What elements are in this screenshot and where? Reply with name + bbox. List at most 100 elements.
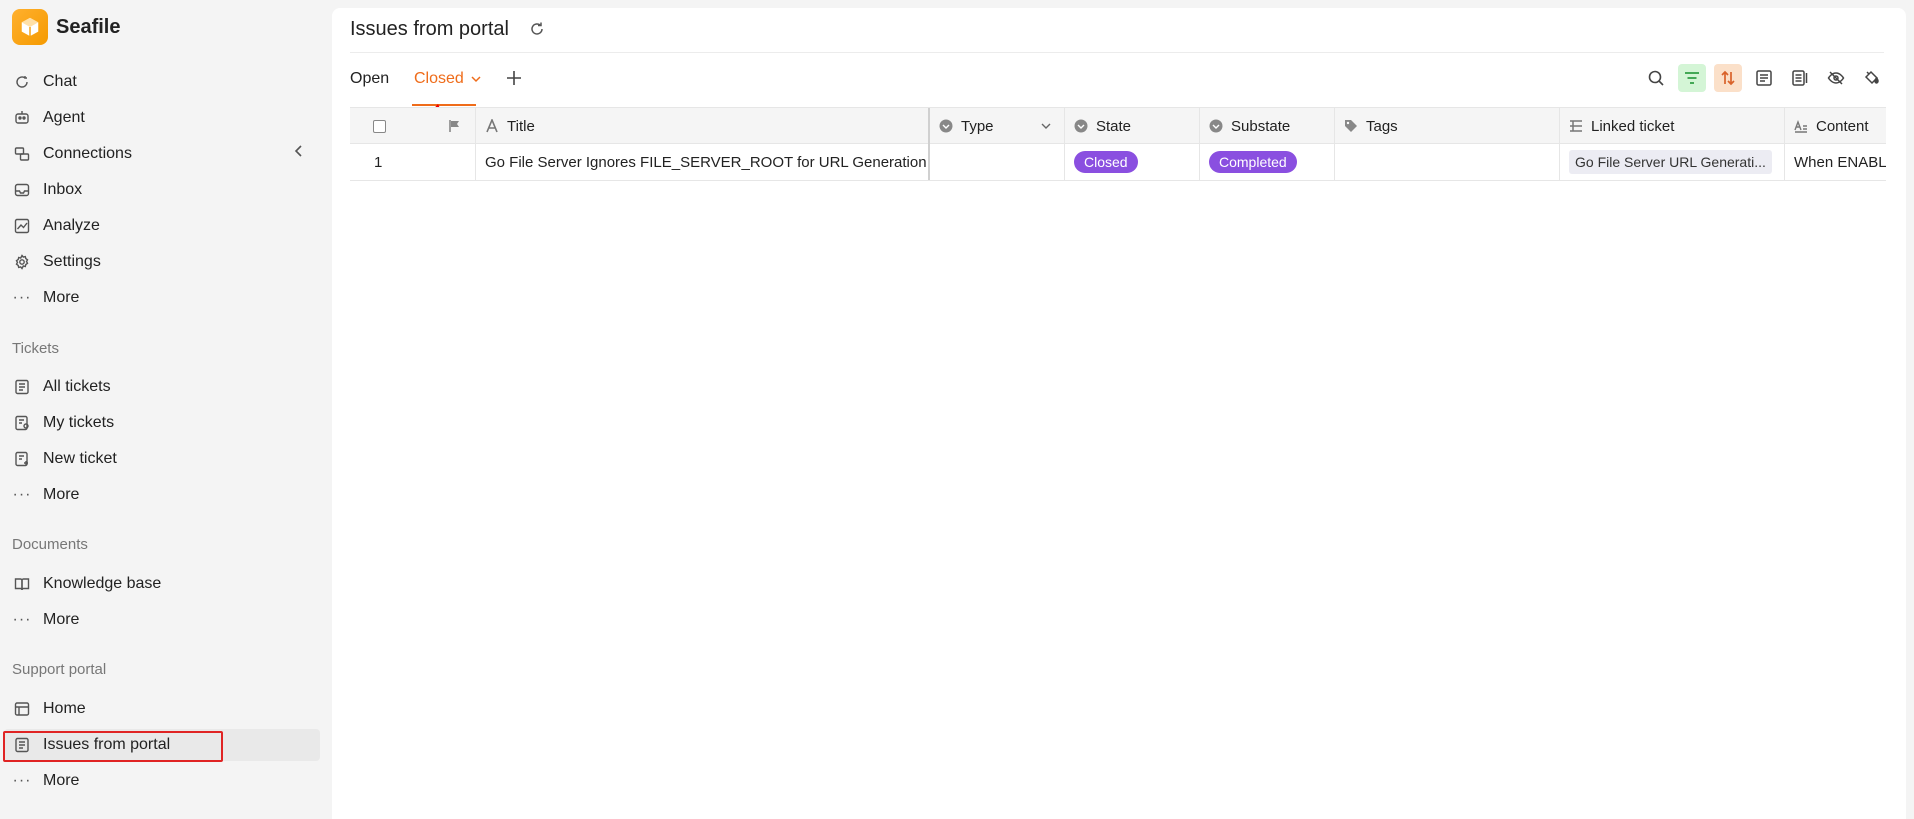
section-label-documents: Documents: [12, 536, 88, 553]
table-row[interactable]: 1 Go File Server Ignores FILE_SERVER_ROO…: [350, 144, 1886, 181]
linked-ticket-cell[interactable]: Go File Server URL Generati...: [1560, 144, 1785, 180]
sidebar-item-tickets-more[interactable]: ··· More: [4, 479, 320, 511]
tag-icon: [1344, 119, 1358, 133]
sidebar-item-label: More: [43, 289, 80, 306]
seafile-logo: [12, 9, 48, 45]
sidebar-item-label: More: [43, 772, 80, 789]
app-name: Seafile: [56, 15, 121, 38]
column-header-label: Type: [961, 117, 994, 135]
chat-icon: [12, 72, 32, 92]
type-cell[interactable]: [930, 144, 1065, 180]
sidebar-item-label: My tickets: [43, 414, 115, 431]
sidebar-item-more[interactable]: ··· More: [4, 282, 320, 314]
column-header-label: State: [1096, 117, 1132, 135]
section-label-tickets: Tickets: [12, 340, 59, 357]
substate-cell[interactable]: Completed: [1200, 144, 1335, 180]
gear-icon: [12, 252, 32, 272]
add-view-icon[interactable]: [504, 68, 524, 93]
sidebar-item-new-ticket[interactable]: New ticket: [4, 443, 320, 475]
sidebar-item-agent[interactable]: Agent: [4, 102, 320, 134]
column-header-label: Substate: [1231, 117, 1291, 135]
chevron-down-icon[interactable]: [1040, 119, 1052, 136]
sidebar-item-label: More: [43, 486, 80, 503]
divider: [350, 52, 1884, 53]
filter-icon[interactable]: [1678, 64, 1706, 92]
sidebar-item-portal-more[interactable]: ··· More: [4, 765, 320, 797]
search-icon[interactable]: [1642, 64, 1670, 92]
sidebar-item-settings[interactable]: Settings: [4, 246, 320, 278]
single-select-icon: [1074, 119, 1088, 133]
sidebar-item-label: New ticket: [43, 450, 117, 467]
sort-icon[interactable]: [1714, 64, 1742, 92]
state-cell[interactable]: Closed: [1065, 144, 1200, 180]
ellipsis-icon: ···: [12, 486, 32, 503]
select-all-cell: [350, 108, 438, 144]
column-header-label: Linked ticket: [1591, 117, 1675, 135]
refresh-icon[interactable]: [529, 21, 545, 42]
tab-closed[interactable]: Closed: [414, 70, 482, 88]
column-header-label: Tags: [1366, 117, 1398, 135]
single-select-icon: [1209, 119, 1223, 133]
sidebar-item-chat[interactable]: Chat: [4, 66, 320, 98]
paint-bucket-icon[interactable]: [1858, 64, 1886, 92]
new-ticket-icon: [12, 449, 32, 469]
sidebar-item-my-tickets[interactable]: My tickets: [4, 407, 320, 439]
sidebar-item-label: Settings: [43, 253, 101, 270]
sidebar-item-label: Chat: [43, 73, 77, 90]
flag-cell[interactable]: [438, 144, 476, 180]
sidebar-item-label: Connections: [43, 145, 132, 162]
ellipsis-icon: ···: [12, 772, 32, 789]
row-height-icon[interactable]: [1786, 64, 1814, 92]
sidebar-item-label: Inbox: [43, 181, 83, 198]
brand[interactable]: Seafile: [12, 8, 120, 46]
select-all-checkbox[interactable]: [373, 119, 386, 133]
column-header-substate[interactable]: Substate: [1200, 108, 1335, 144]
column-header-tags[interactable]: Tags: [1335, 108, 1560, 144]
group-icon[interactable]: [1750, 64, 1778, 92]
flag-header[interactable]: [438, 108, 476, 144]
tags-cell[interactable]: [1335, 144, 1560, 180]
issues-table: Title Type State Substate Tags Linked ti…: [350, 107, 1886, 181]
sidebar-item-label: Agent: [43, 109, 85, 126]
home-icon: [12, 699, 32, 719]
table-header-row: Title Type State Substate Tags Linked ti…: [350, 107, 1886, 144]
chevron-left-icon[interactable]: [292, 144, 306, 163]
sidebar: Seafile Chat Agent Connections Inbox Ana…: [0, 0, 332, 819]
linked-ticket-chip[interactable]: Go File Server URL Generati...: [1569, 150, 1772, 174]
sidebar-item-all-tickets[interactable]: All tickets: [4, 371, 320, 403]
chevron-down-icon: [470, 73, 482, 85]
sidebar-item-connections[interactable]: Connections: [4, 138, 320, 170]
title-cell[interactable]: Go File Server Ignores FILE_SERVER_ROOT …: [476, 144, 930, 180]
sidebar-item-documents-more[interactable]: ··· More: [4, 604, 320, 636]
column-header-title[interactable]: Title: [476, 108, 930, 144]
column-header-content[interactable]: Content: [1785, 108, 1886, 144]
single-select-icon: [939, 119, 953, 133]
list-icon: [12, 377, 32, 397]
sidebar-item-analyze[interactable]: Analyze: [4, 210, 320, 242]
column-header-label: Title: [507, 117, 535, 135]
annotation-highlight-box: [3, 731, 223, 762]
tab-label: Closed: [414, 70, 464, 87]
section-label-support-portal: Support portal: [12, 661, 107, 678]
inbox-icon: [12, 180, 32, 200]
content-cell[interactable]: When ENABLE: [1785, 144, 1886, 180]
sidebar-item-label: All tickets: [43, 378, 111, 395]
column-header-type[interactable]: Type: [930, 108, 1065, 144]
ellipsis-icon: ···: [12, 289, 32, 306]
text-type-icon: [485, 119, 499, 133]
column-header-label: Content: [1816, 117, 1869, 135]
column-header-state[interactable]: State: [1065, 108, 1200, 144]
robot-icon: [12, 108, 32, 128]
hide-columns-icon[interactable]: [1822, 64, 1850, 92]
status-badge: Closed: [1074, 151, 1138, 173]
tab-open[interactable]: Open: [350, 70, 389, 88]
sidebar-item-label: Analyze: [43, 217, 100, 234]
sidebar-item-inbox[interactable]: Inbox: [4, 174, 320, 206]
row-index: 1: [374, 153, 383, 171]
ellipsis-icon: ···: [12, 611, 32, 628]
column-header-linked-ticket[interactable]: Linked ticket: [1560, 108, 1785, 144]
sidebar-item-knowledge-base[interactable]: Knowledge base: [4, 568, 320, 600]
page-title: Issues from portal: [350, 18, 509, 40]
book-icon: [12, 574, 32, 594]
sidebar-item-home[interactable]: Home: [4, 693, 320, 725]
